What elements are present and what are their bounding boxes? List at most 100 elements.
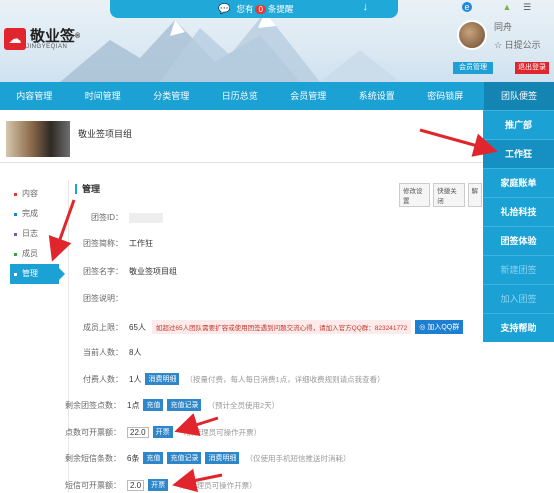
logo[interactable]: ☁ 敬业签® JINGYEQIAN [4,28,80,50]
menu-icon[interactable]: ☰ [522,2,532,12]
logo-name: 敬业签 [30,27,76,45]
limit-label: 成员上限： [83,322,123,332]
panel-tools: 修改设置 快捷关闭 解 [399,183,482,207]
manage-panel: 管理 修改设置 快捷关闭 解 团签ID： 团签简称： 工作狂 团签名字： 敬业签… [65,180,482,493]
edge-icon[interactable]: e [462,2,472,12]
row-short-name: 团签简称： 工作狂 [69,238,153,249]
sms-detail-button[interactable]: 消费明细 [205,452,240,464]
row-current: 当前人数： 8人 [69,347,141,358]
points-value: 1点 [127,400,140,410]
group-banner: 敬业签项目组 [0,117,483,163]
invoice-button[interactable]: 开票 [152,426,173,438]
quick-close-button[interactable]: 快捷关闭 [433,183,465,207]
full-name-label: 团签名字： [83,267,123,276]
points-recharge-record-button[interactable]: 充值记录 [167,399,202,411]
row-full-name: 团签名字： 敬业签项目组 [69,266,177,277]
edit-settings-button[interactable]: 修改设置 [399,183,431,207]
points-hint: （预计全员使用2天） [207,400,280,410]
registered-mark: ® [75,32,81,40]
full-name-value: 敬业签项目组 [129,267,177,276]
invoice-value: 22.0 [127,426,149,438]
android-icon[interactable]: ▲ [502,2,512,12]
dropdown-item-help[interactable]: 支持帮助 [483,313,554,342]
current-label: 当前人数： [83,348,123,357]
sidebar-item-done[interactable]: 完成 [10,204,62,224]
header: 💬 您有 0 条提醒 ↓ ☁ 敬业签® JINGYEQIAN e ▲ ☰ 同舟 ☆ … [0,0,554,82]
avatar[interactable] [457,20,487,50]
panel-title: 管理 [75,184,100,194]
nav-item-time[interactable]: 时间管理 [69,82,138,110]
nav-item-member[interactable]: 会员管理 [274,82,343,110]
notice-suffix: 条提醒 [267,4,294,14]
dropdown-item-new-team[interactable]: 新建团签 [483,255,554,284]
row-member-limit: 成员上限： 65人 如超过65人团队需要扩容或使用团签遇到问题交流心得，请加入官… [69,320,464,334]
short-name-label: 团签简称： [83,239,123,248]
sidebar-item-content[interactable]: 内容 [10,184,62,204]
dropdown-item-family-bill[interactable]: 家庭账单 [483,168,554,197]
sidebar: 内容 完成 日志 成员 管理 [10,184,65,284]
limit-value: 65人 [129,322,146,332]
sidebar-item-manage[interactable]: 管理 [10,264,65,284]
sms-invoice-hint: （仅管理员可操作开票） [174,480,257,490]
row-sms-invoice: 短信可开票额： 2.0 开票 （仅管理员可操作开票） [51,479,257,491]
chat-icon: 💬 [218,3,231,15]
desc-label: 团签说明： [83,294,123,303]
row-desc: 团签说明： [69,293,129,304]
notice-count-badge: 0 [255,5,266,14]
nav-item-settings[interactable]: 系统设置 [343,82,412,110]
sms-recharge-record-button[interactable]: 充值记录 [167,452,202,464]
sms-invoice-label: 短信可开票额： [65,480,121,490]
sidebar-item-label: 管理 [22,269,38,278]
sidebar-item-members[interactable]: 成员 [10,244,62,264]
group-photo [6,121,70,157]
user-status: ☆ 日提公示 [494,40,541,50]
sidebar-item-label: 日志 [22,229,38,238]
sms-hint: （仅使用手机短信推送时消耗） [245,453,351,463]
row-invoice: 点数可开票额： 22.0 开票 （仅管理员可操作开票） [51,426,261,438]
sms-invoice-button[interactable]: 开票 [148,479,169,491]
invoice-hint: （仅管理员可操作开票） [178,427,262,437]
points-label: 剩余团签点数： [65,400,121,410]
id-label: 团签ID： [91,213,123,222]
notification-bar[interactable]: 💬 您有 0 条提醒 ↓ [110,0,398,18]
group-title: 敬业签项目组 [78,129,133,139]
row-id: 团签ID： [69,212,163,223]
member-manage-button[interactable]: 会员管理 [453,62,493,74]
paid-detail-button[interactable]: 消费明细 [145,373,180,385]
join-qq-group-button[interactable]: ◎ 加入QQ群 [415,320,464,334]
nav-item-team[interactable]: 团队便签 [484,82,554,110]
sms-invoice-value: 2.0 [127,479,145,491]
sidebar-item-log[interactable]: 日志 [10,224,62,244]
paid-label: 付费人数： [83,374,123,384]
user-status-text: 日提公示 [504,40,541,50]
short-name-value: 工作狂 [129,239,153,248]
dropdown-item-join-team[interactable]: 加入团签 [483,284,554,313]
notice-prefix: 您有 [236,4,254,14]
dropdown-item-promotion[interactable]: 推广部 [483,110,554,139]
row-points: 剩余团签点数： 1点 充值 充值记录 （预计全员使用2天） [51,399,279,411]
main-nav: 内容管理 时间管理 分类管理 日历总览 会员管理 系统设置 密码锁屏 团队便签 [0,82,554,110]
row-paid: 付费人数： 1人 消费明细 （按量付费，每人每日消费1点，详细收费规则请点我查看… [69,373,385,385]
sidebar-item-label: 成员 [22,249,38,258]
app-icons: e ▲ ☰ [462,2,532,12]
cloud-icon: ☁ [4,28,26,50]
sms-recharge-button[interactable]: 充值 [143,452,164,464]
dropdown-item-team-trial[interactable]: 团签体验 [483,226,554,255]
user-name: 同舟 [494,22,513,32]
nav-item-calendar[interactable]: 日历总览 [206,82,275,110]
logout-button[interactable]: 退出登录 [515,62,549,74]
dissolve-button[interactable]: 解 [467,183,482,207]
apple-icon[interactable] [482,2,492,12]
sms-label: 剩余短信条数： [65,453,121,463]
dropdown-item-lishi-tech[interactable]: 礼拾科技 [483,197,554,226]
download-icon[interactable]: ↓ [363,1,369,13]
nav-item-content[interactable]: 内容管理 [0,82,69,110]
nav-item-category[interactable]: 分类管理 [137,82,206,110]
limit-warning: 如超过65人团队需要扩容或使用团签遇到问题交流心得，请加入官方QQ群：82324… [151,320,412,334]
points-recharge-button[interactable]: 充值 [143,399,164,411]
team-dropdown: 推广部 工作狂 家庭账单 礼拾科技 团签体验 新建团签 加入团签 支持帮助 [483,110,554,342]
nav-item-lock[interactable]: 密码锁屏 [411,82,480,110]
sidebar-item-label: 完成 [22,209,38,218]
sms-value: 6条 [127,453,140,463]
dropdown-item-workaholic[interactable]: 工作狂 [483,139,554,168]
